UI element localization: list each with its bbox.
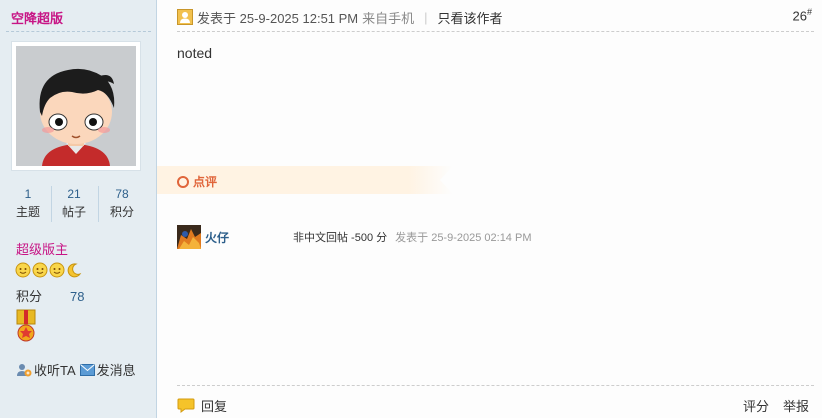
comment-icon (177, 175, 189, 188)
message-link[interactable]: 发消息 (79, 360, 136, 379)
follow-label: 收听TA (34, 363, 76, 378)
credit-value: 78 (70, 289, 85, 304)
stat-threads-value: 1 (24, 187, 32, 201)
avatar-image (16, 46, 136, 166)
post-body: noted (177, 45, 213, 61)
stat-credits[interactable]: 78 积分 (102, 186, 142, 222)
report-button[interactable]: 举报 (783, 396, 809, 415)
comment-time: 发表于 25-9-2025 02:14 PM (395, 232, 532, 244)
credit-label: 积分 (16, 289, 43, 304)
avatar[interactable] (11, 41, 141, 171)
rate-button[interactable]: 评分 (743, 396, 769, 415)
post-header: 发表于 25-9-2025 12:51 PM 来自手机 | 只看该作者 (177, 8, 503, 26)
comment-item: 火仔 非中文回帖 -500 分 发表于 25-9-2025 02:14 PM (177, 225, 532, 249)
post-source: 来自手机 (362, 10, 415, 26)
divider (177, 31, 814, 32)
header-separator: | (424, 9, 428, 25)
sun-icon (15, 262, 31, 278)
commenter-name[interactable]: 火仔 (205, 229, 293, 246)
stat-divider (51, 186, 52, 222)
reply-button[interactable]: 回复 (177, 396, 227, 415)
sun-icon (49, 262, 65, 278)
post-datetime: 发表于 25-9-2025 12:51 PM (197, 10, 359, 26)
floor-mark: # (806, 7, 812, 17)
only-author-link[interactable]: 只看该作者 (438, 8, 503, 27)
credit-row: 积分 78 (16, 286, 84, 305)
floor-value: 26 (792, 8, 807, 24)
reply-icon (177, 398, 195, 413)
stat-posts-label: 帖子 (61, 205, 86, 219)
floor-number[interactable]: 26# (793, 7, 812, 23)
divider (6, 31, 151, 32)
commenter-avatar[interactable] (177, 225, 201, 249)
envelope-icon (79, 363, 95, 376)
comment-label: 点评 (193, 175, 218, 189)
stat-threads-label: 主题 (15, 205, 40, 219)
stat-credits-label: 积分 (109, 205, 134, 219)
reply-label: 回复 (201, 399, 228, 414)
author-icon (177, 9, 193, 25)
sun-icon (32, 262, 48, 278)
comment-text: 非中文回帖 -500 分 (293, 232, 388, 244)
stat-credits-value: 78 (115, 187, 129, 201)
follow-icon (17, 363, 32, 376)
comment-bar: 点评 (157, 166, 457, 194)
medal-icon[interactable] (15, 309, 37, 348)
comment-label-wrap[interactable]: 点评 (177, 173, 217, 190)
post-content: 发表于 25-9-2025 12:51 PM 来自手机 | 只看该作者 26# … (157, 0, 822, 418)
level-icons (15, 262, 82, 278)
username-link[interactable]: 空降超版 (11, 8, 63, 27)
follow-link[interactable]: 收听TA (16, 360, 76, 379)
stat-posts[interactable]: 21 帖子 (54, 186, 94, 222)
stat-divider (98, 186, 99, 222)
user-group[interactable]: 超级版主 (16, 239, 68, 258)
divider (177, 385, 814, 386)
message-label: 发消息 (96, 363, 136, 378)
stat-posts-value: 21 (67, 187, 81, 201)
moon-icon (66, 262, 82, 278)
user-actions: 收听TA 发消息 (16, 360, 140, 379)
stat-threads[interactable]: 1 主题 (8, 186, 48, 222)
user-sidebar: 空降超版 1 主题 21 帖子 78 积分 超级版主 积分 78 收听TA 发消… (0, 0, 157, 418)
